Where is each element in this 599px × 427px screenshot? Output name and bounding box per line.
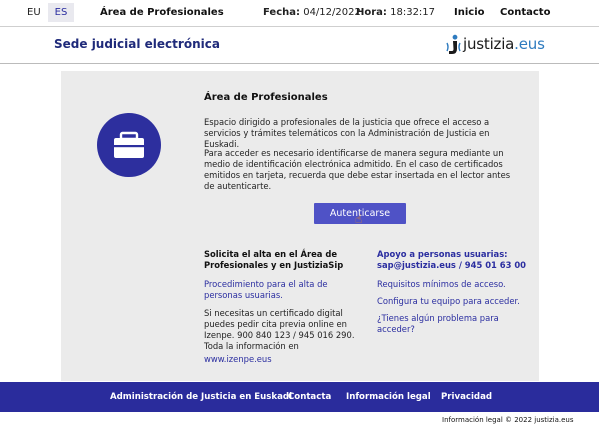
certificate-info: Si necesitas un certificado digital pued… [204, 308, 355, 351]
footer-link-administracion[interactable]: Administración de Justicia en Euskadi [110, 392, 292, 402]
area-label: Área de Profesionales [100, 7, 224, 18]
izenpe-link[interactable]: www.izenpe.eus [204, 354, 272, 364]
briefcase-badge [97, 113, 161, 177]
site-header: Sede judicial electrónica justizia.eus [0, 28, 599, 64]
site-title[interactable]: Sede judicial electrónica [54, 37, 220, 51]
date-value: 04/12/2022 [303, 7, 361, 18]
time-value: 18:32:17 [390, 7, 436, 18]
justizia-logo-mark-icon [446, 34, 461, 54]
logo-suffix: .eus [514, 35, 545, 53]
requirements-link[interactable]: Requisitos mínimos de acceso. [377, 279, 506, 289]
logo-text: justizia.eus [463, 35, 545, 53]
procedure-link[interactable]: Procedimiento para el alta de personas u… [204, 279, 354, 301]
lang-es-link[interactable]: ES [48, 3, 74, 22]
home-link[interactable]: Inicio [454, 7, 485, 18]
support-heading: Apoyo a personas usuarias: [377, 249, 508, 259]
date-display: Fecha: 04/12/2022 [263, 7, 361, 18]
hand-pointer-icon: ☝ [355, 212, 363, 226]
access-paragraph: Para acceder es necesario identificarse … [204, 148, 511, 191]
section-title: Área de Profesionales [204, 92, 328, 103]
problem-link[interactable]: ¿Tienes algún problema para acceder? [377, 313, 527, 335]
date-label: Fecha: [263, 7, 301, 18]
briefcase-icon [114, 131, 144, 158]
intro-paragraph: Espacio dirigido a profesionales de la j… [204, 117, 490, 149]
configure-link[interactable]: Configura tu equipo para acceder. [377, 296, 520, 306]
signup-heading: Solicita el alta en el Área de Profesion… [204, 249, 344, 270]
contact-link[interactable]: Contacto [500, 7, 550, 18]
support-contact[interactable]: sap@justizia.eus / 945 01 63 00 [377, 260, 526, 271]
footer-link-privacidad[interactable]: Privacidad [441, 392, 492, 402]
time-display: Hora: 18:32:17 [356, 7, 435, 18]
justizia-logo[interactable]: justizia.eus [446, 33, 550, 57]
legal-line: Información legal © 2022 justizia.eus [442, 416, 574, 424]
footer-link-informacion-legal[interactable]: Información legal [346, 392, 431, 402]
footer-link-contacta[interactable]: Contacta [288, 392, 331, 402]
time-label: Hora: [356, 7, 387, 18]
lang-eu-link[interactable]: EU [27, 7, 41, 18]
site-footer: Administración de Justicia en Euskadi Co… [0, 382, 599, 412]
logo-word: justizia [463, 35, 515, 53]
top-bar: EU ES Área de Profesionales Fecha: 04/12… [0, 0, 599, 27]
